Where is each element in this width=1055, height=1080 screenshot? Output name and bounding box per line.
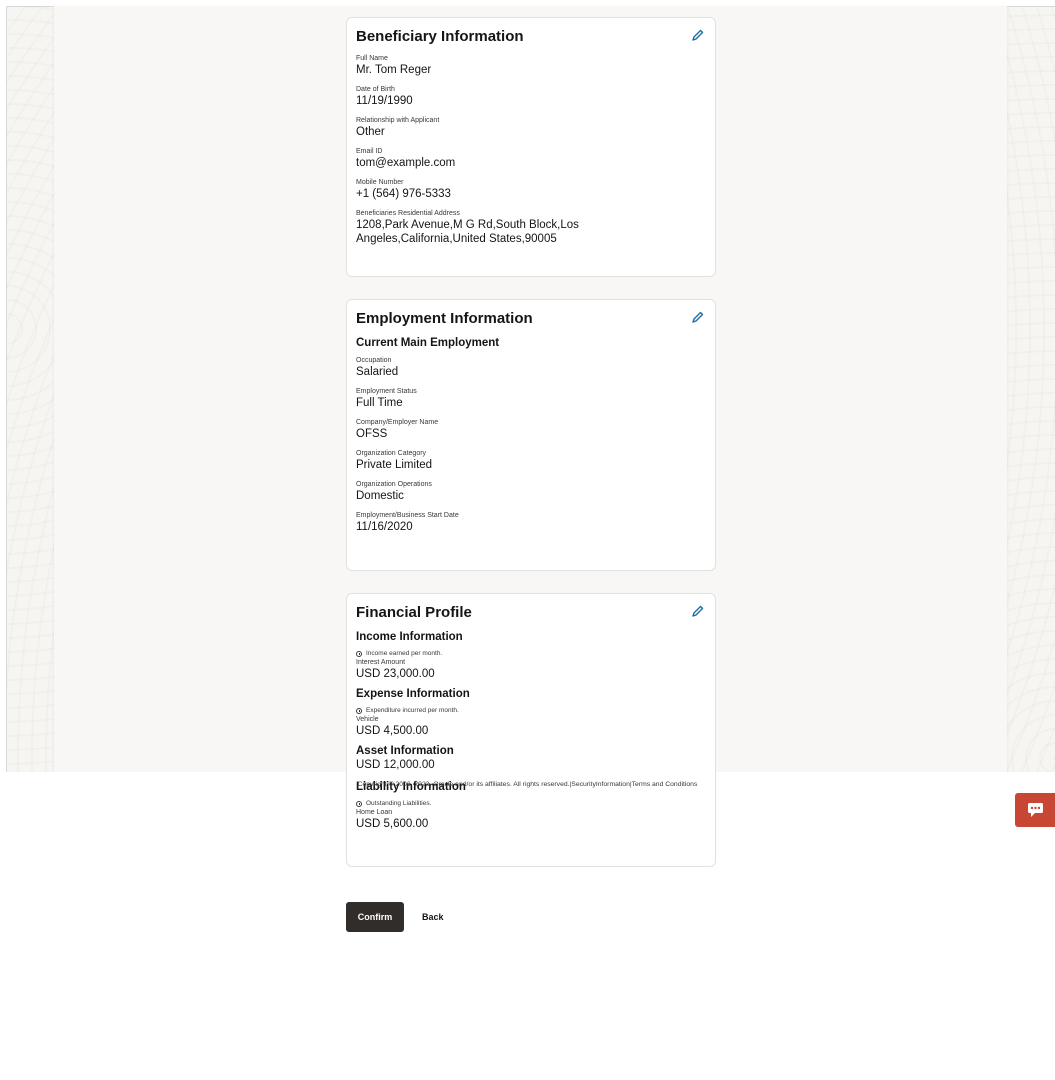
field-value: Private Limited bbox=[356, 459, 433, 471]
field-label: Home Loan bbox=[356, 809, 393, 816]
field-email: Email ID tom@example.com bbox=[356, 147, 706, 170]
field-value: 1208,Park Avenue,M G Rd,South Block,Los … bbox=[356, 219, 579, 245]
field-value: 11/16/2020 bbox=[356, 521, 413, 533]
field-label: Mobile Number bbox=[356, 179, 404, 186]
field-start-date: Employment/Business Start Date 11/16/202… bbox=[356, 511, 706, 534]
chat-bubble-icon bbox=[1028, 803, 1043, 817]
field-residential-address: Beneficiaries Residential Address 1208,P… bbox=[356, 209, 706, 246]
footer: Copyright © 2006, 2023, Oracle and/or it… bbox=[0, 781, 1055, 788]
income-hint: Income earned per month. bbox=[356, 649, 706, 658]
field-label: Relationship with Applicant bbox=[356, 117, 440, 124]
income-heading: Income Information bbox=[356, 631, 463, 643]
field-relationship: Relationship with Applicant Other bbox=[356, 116, 706, 139]
field-mobile-number: Mobile Number +1 (564) 976-5333 bbox=[356, 178, 706, 201]
field-value: USD 23,000.00 bbox=[356, 668, 435, 680]
field-occupation: Occupation Salaried bbox=[356, 356, 706, 379]
field-value: +1 (564) 976-5333 bbox=[356, 188, 451, 200]
income-section: Income earned per month. Interest Amount… bbox=[356, 649, 706, 681]
info-icon bbox=[356, 800, 362, 807]
info-icon bbox=[356, 707, 362, 714]
field-label: Date of Birth bbox=[356, 86, 395, 93]
field-value: USD 4,500.00 bbox=[356, 725, 429, 737]
copyright-text: Copyright © 2006, 2023, Oracle and/or it… bbox=[357, 781, 570, 788]
field-organization-operations: Organization Operations Domestic bbox=[356, 480, 706, 503]
field-value: USD 5,600.00 bbox=[356, 818, 429, 830]
employment-card: Employment Information Current Main Empl… bbox=[346, 299, 716, 571]
card-title: Financial Profile bbox=[356, 604, 472, 621]
field-label: Beneficiaries Residential Address bbox=[356, 210, 460, 217]
field-label: Vehicle bbox=[356, 716, 379, 723]
field-label: Employment/Business Start Date bbox=[356, 512, 459, 519]
chat-button[interactable] bbox=[1015, 793, 1055, 827]
field-label: Organization Operations bbox=[356, 481, 432, 488]
field-organization-category: Organization Category Private Limited bbox=[356, 449, 706, 472]
field-value: Salaried bbox=[356, 366, 399, 378]
security-information-link[interactable]: SecurityInformation bbox=[571, 781, 630, 788]
field-full-name: Full Name Mr. Tom Reger bbox=[356, 54, 706, 77]
field-value: USD 12,000.00 bbox=[356, 759, 435, 771]
financial-card: Financial Profile Income Information Inc… bbox=[346, 593, 716, 867]
action-bar: Confirm Back bbox=[346, 902, 454, 932]
card-title: Employment Information bbox=[356, 310, 533, 327]
back-button[interactable]: Back bbox=[412, 906, 454, 928]
edit-employment-pencil-icon[interactable] bbox=[691, 310, 705, 324]
hint-text: Expenditure incurred per month. bbox=[366, 707, 459, 714]
confirm-button[interactable]: Confirm bbox=[346, 902, 404, 932]
field-employer-name: Company/Employer Name OFSS bbox=[356, 418, 706, 441]
edit-financial-pencil-icon[interactable] bbox=[691, 604, 705, 618]
field-employment-status: Employment Status Full Time bbox=[356, 387, 706, 410]
field-label: Company/Employer Name bbox=[356, 419, 439, 426]
field-value: 11/19/1990 bbox=[356, 95, 413, 107]
info-icon bbox=[356, 650, 362, 657]
field-date-of-birth: Date of Birth 11/19/1990 bbox=[356, 85, 706, 108]
asset-section: USD 12,000.00 bbox=[356, 758, 706, 772]
expense-heading: Expense Information bbox=[356, 688, 470, 700]
field-value: Mr. Tom Reger bbox=[356, 64, 432, 76]
field-label: Occupation bbox=[356, 357, 392, 364]
asset-heading: Asset Information bbox=[356, 745, 454, 757]
beneficiary-card: Beneficiary Information Full Name Mr. To… bbox=[346, 17, 716, 277]
card-title: Beneficiary Information bbox=[356, 28, 524, 45]
field-label: Email ID bbox=[356, 148, 383, 155]
liability-hint: Outstanding Liabilities. bbox=[356, 799, 706, 808]
field-label: Employment Status bbox=[356, 388, 417, 395]
expense-section: Expenditure incurred per month. Vehicle … bbox=[356, 706, 706, 738]
field-value: Full Time bbox=[356, 397, 403, 409]
hint-text: Outstanding Liabilities. bbox=[366, 800, 432, 807]
edit-beneficiary-pencil-icon[interactable] bbox=[691, 28, 705, 42]
terms-and-conditions-link[interactable]: Terms and Conditions bbox=[632, 781, 698, 788]
field-label: Full Name bbox=[356, 55, 388, 62]
expense-hint: Expenditure incurred per month. bbox=[356, 706, 706, 715]
field-value: Domestic bbox=[356, 490, 404, 502]
field-label: Interest Amount bbox=[356, 659, 406, 666]
field-value: tom@example.com bbox=[356, 157, 456, 169]
section-subtitle: Current Main Employment bbox=[356, 337, 500, 349]
liability-section: Outstanding Liabilities. Home Loan USD 5… bbox=[356, 799, 706, 831]
field-value: OFSS bbox=[356, 428, 388, 440]
field-value: Other bbox=[356, 126, 385, 138]
field-label: Organization Category bbox=[356, 450, 427, 457]
hint-text: Income earned per month. bbox=[366, 650, 443, 657]
